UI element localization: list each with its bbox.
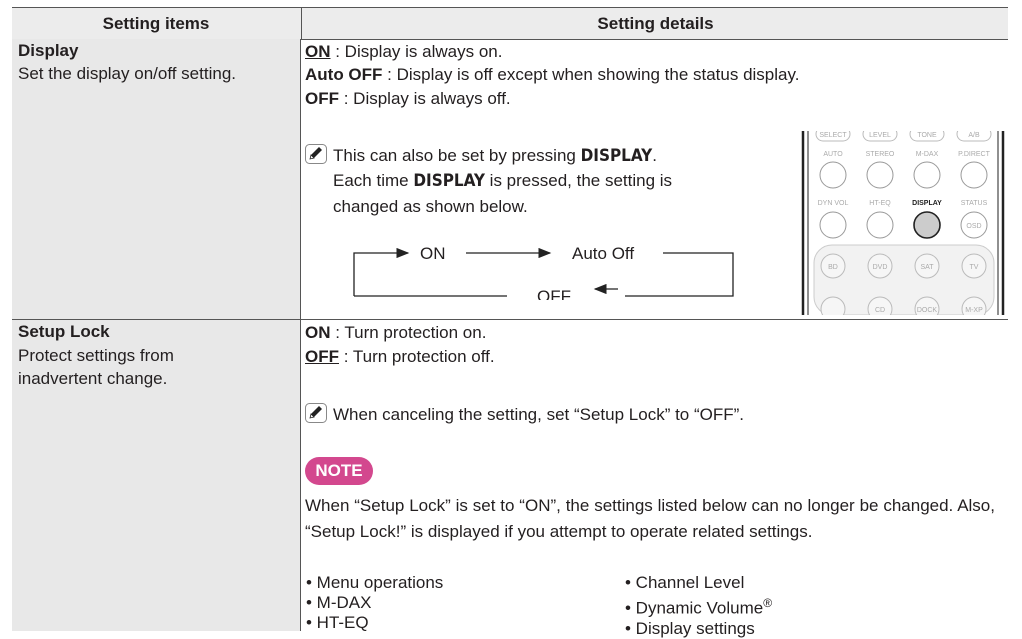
- option-text: : Display is always on.: [330, 42, 503, 61]
- pencil-icon: [305, 403, 327, 423]
- option-text: : Display is always off.: [339, 89, 511, 108]
- display-tip-line3: changed as shown below.: [333, 197, 528, 216]
- remote-display-button: [913, 211, 941, 239]
- header-setting-items: Setting items: [102, 14, 210, 33]
- display-description: Set the display on/off setting.: [18, 64, 236, 83]
- display-option-on: ON : Display is always on.: [305, 41, 502, 63]
- remote-mdax: M-DAX: [916, 151, 939, 158]
- display-tip-line1: This can also be set by pressing DISPLAY…: [305, 144, 657, 167]
- remote-hteq: HT-EQ: [869, 200, 891, 207]
- arrow-to-on: [353, 247, 410, 296]
- remote-select: SELECT: [819, 132, 847, 139]
- setup-lock-option-off: OFF : Turn protection off.: [305, 346, 495, 368]
- option-key: ON: [305, 42, 331, 61]
- remote-dvd: DVD: [873, 264, 888, 271]
- note-badge: NOTE: [305, 457, 373, 485]
- remote-display-label: DISPLAY: [912, 200, 942, 207]
- remote-osd: OSD: [966, 223, 981, 230]
- setup-lock-description: Protect settings from inadvertent change…: [18, 346, 174, 388]
- tip-text: Each time: [333, 171, 414, 190]
- list-item: • Channel Level: [625, 573, 745, 592]
- restricted-list-left: • Menu operations • M-DAX • HT-EQ: [306, 573, 443, 633]
- tip-text: .: [652, 146, 657, 165]
- column-divider: [300, 39, 301, 631]
- remote-tv: TV: [970, 264, 979, 271]
- setup-lock-tip: When canceling the setting, set “Setup L…: [305, 403, 744, 426]
- tip-key: DISPLAY: [413, 171, 485, 191]
- header-setting-details: Setting details: [301, 8, 1009, 39]
- tip-text: When canceling the setting, set “Setup L…: [333, 405, 745, 424]
- tip-key: DISPLAY: [580, 146, 653, 166]
- remote-tone: TONE: [917, 132, 937, 139]
- option-key: OFF: [305, 89, 339, 108]
- display-cycle-diagram: ON Auto Off OFF: [353, 244, 734, 300]
- registered-mark: ®: [763, 596, 773, 610]
- remote-dock: DOCK: [917, 307, 938, 314]
- display-title: Display: [18, 41, 79, 60]
- list-item: • Dynamic Volume®: [625, 593, 772, 619]
- display-option-off: OFF : Display is always off.: [305, 88, 511, 110]
- option-key: OFF: [305, 347, 339, 366]
- restricted-list-right: • Channel Level • Dynamic Volume® • Disp…: [625, 573, 772, 639]
- list-item: • HT-EQ: [306, 613, 369, 632]
- list-item: • Menu operations: [306, 573, 444, 592]
- remote-status: STATUS: [961, 200, 988, 207]
- remote-bd: BD: [828, 264, 838, 271]
- option-text: : Turn protection on.: [330, 323, 487, 342]
- cycle-off: OFF: [537, 287, 571, 300]
- setup-lock-title: Setup Lock: [18, 322, 110, 341]
- remote-control-illustration: SELECT LEVEL TONE A/B AUTO STEREO M-DAX …: [800, 131, 1005, 315]
- remote-sat: SAT: [920, 264, 934, 271]
- option-text: : Display is off except when showing the…: [382, 65, 800, 84]
- remote-ab: A/B: [968, 132, 980, 139]
- table-header: Setting items Setting details: [12, 7, 1008, 40]
- remote-pdirect: P.DIRECT: [958, 151, 990, 158]
- page: Setting items Setting details Display Se…: [0, 0, 1022, 638]
- setup-lock-option-on: ON : Turn protection on.: [305, 322, 486, 344]
- pencil-icon: [305, 144, 327, 164]
- remote-mxp: M-XP: [965, 307, 983, 314]
- cycle-on: ON: [420, 244, 446, 263]
- display-tip-line2: Each time DISPLAY is pressed, the settin…: [333, 170, 672, 192]
- option-key: Auto OFF: [305, 65, 383, 84]
- remote-stereo: STEREO: [866, 151, 895, 158]
- remote-dynvol: DYN VOL: [818, 200, 849, 207]
- note-paragraph: When “Setup Lock” is set to “ON”, the se…: [305, 496, 995, 541]
- display-option-auto-off: Auto OFF : Display is off except when sh…: [305, 64, 799, 86]
- list-item: • M-DAX: [306, 593, 372, 612]
- remote-cd: CD: [875, 307, 885, 314]
- tip-text: is pressed, the setting is: [484, 171, 673, 190]
- arrow-auto-off-to-off: [625, 252, 734, 297]
- cycle-auto-off: Auto Off: [572, 244, 634, 263]
- list-item: • Display settings: [625, 618, 755, 638]
- option-text: : Turn protection off.: [339, 347, 495, 366]
- remote-level: LEVEL: [869, 132, 891, 139]
- tip-text: This can also be set by pressing: [333, 146, 581, 165]
- remote-auto: AUTO: [823, 151, 843, 158]
- list-item-text: • Dynamic Volume: [625, 598, 764, 618]
- option-key: ON: [305, 323, 331, 342]
